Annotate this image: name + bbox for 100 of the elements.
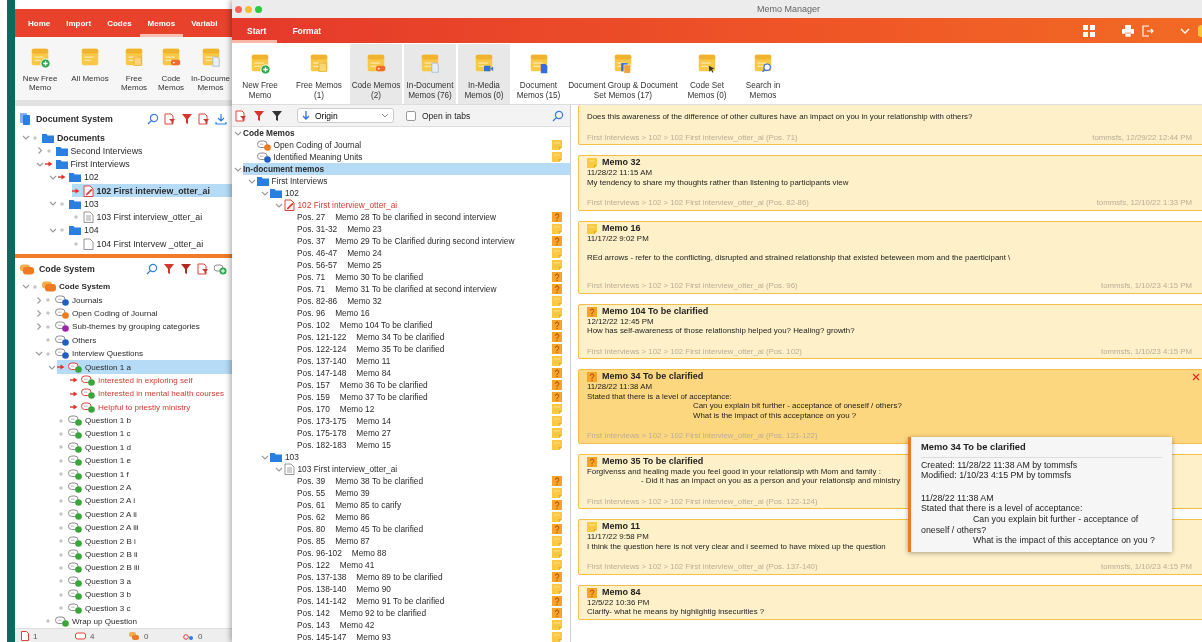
tree-item[interactable]: Pos. 147-148 Memo 84 xyxy=(297,367,570,379)
tree-item[interactable]: Question 2 A iii xyxy=(57,521,232,535)
memo-card[interactable] xyxy=(578,303,1202,359)
toolbar-button[interactable]: Code Set Memos (0) xyxy=(681,44,733,104)
tree-item[interactable]: 102 xyxy=(270,187,570,199)
tree-item[interactable]: Pos. 31-32 Memo 23 xyxy=(297,223,570,235)
tree-item[interactable]: Sub-themes by grouping categories xyxy=(44,320,232,334)
toolbar-button[interactable]: Search in Memos xyxy=(735,44,791,104)
tree-item[interactable]: Pos. 39 Memo 38 To be clarified xyxy=(297,475,570,487)
tree-item[interactable]: 104 xyxy=(58,223,232,237)
tree-item[interactable]: Question 2 B i xyxy=(57,534,232,548)
ribbon-tab[interactable]: Import xyxy=(58,9,100,37)
search-icon[interactable] xyxy=(147,112,159,125)
tree-item[interactable]: Pos. 96-102 Memo 88 xyxy=(297,547,570,559)
sort-dropdown[interactable]: Origin xyxy=(297,108,394,123)
tree-item[interactable]: Documents xyxy=(31,131,232,145)
tree-item[interactable]: 104 First Intervew _otter_ai xyxy=(71,237,232,251)
chevron-icon[interactable] xyxy=(34,295,44,305)
tree-item[interactable]: Pos. 85 Memo 87 xyxy=(297,535,570,547)
tree-item[interactable]: Pos. 157 Memo 36 To be clarified xyxy=(297,379,570,391)
tree-item[interactable]: Question 1 a xyxy=(57,360,232,374)
toolbar-button[interactable]: All Memos xyxy=(65,43,115,83)
tree-item[interactable]: Pos. 141-142 Memo 91 To be clarified xyxy=(297,595,570,607)
tree-item[interactable]: Question 2 A ii xyxy=(57,507,232,522)
tree-item[interactable]: Pos. 159 Memo 37 To be clarified xyxy=(297,391,570,403)
tree-item[interactable]: Pos. 137-138 Memo 89 to be clarified xyxy=(297,571,570,583)
toolbar-button[interactable]: Free Memos xyxy=(115,43,153,92)
tree-item[interactable]: 103 First interview_otter_ai xyxy=(71,210,232,224)
tree-item[interactable]: Wrap up Question xyxy=(44,614,232,628)
tree-item[interactable]: Question 2 A xyxy=(57,480,232,495)
exit-icon[interactable] xyxy=(1142,24,1154,37)
tree-item[interactable]: Pos. 121-122 Memo 34 To be clarified xyxy=(297,331,570,343)
search-icon[interactable] xyxy=(146,263,158,275)
tree-item[interactable]: Pos. 61 Memo 85 to carify xyxy=(297,499,570,511)
tree-item[interactable]: Pos. 122-124 Memo 35 To be clarified xyxy=(297,343,570,355)
ribbon-tab[interactable]: Format xyxy=(277,18,333,43)
toolbar-button[interactable]: Free Memos (1) xyxy=(290,44,348,104)
tree-item[interactable]: Pos. 142 Memo 92 to be clarified xyxy=(297,607,570,619)
tree-item[interactable]: Pos. 71 Memo 31 To be clarified at second interview xyxy=(297,283,570,295)
zoom-button[interactable] xyxy=(255,5,262,13)
toolbar-button[interactable]: New Free Memo xyxy=(15,43,65,92)
tree-item[interactable]: Pos. 170 Memo 12 xyxy=(297,403,570,415)
tree-item[interactable]: Question 2 A i xyxy=(57,494,232,508)
ribbon-tab[interactable]: Variabl xyxy=(183,9,226,37)
tree-item[interactable]: Code System xyxy=(31,280,232,294)
document-filter-icon[interactable] xyxy=(198,112,210,125)
filter-icon[interactable] xyxy=(180,263,192,275)
document-filter-icon[interactable] xyxy=(235,109,247,122)
toolbar-button[interactable]: Code Memos xyxy=(153,43,189,92)
tree-item[interactable]: Question 1 b xyxy=(57,413,232,428)
printer-icon[interactable] xyxy=(1122,24,1134,37)
tree-item[interactable]: Question 3 c xyxy=(57,601,232,615)
tree-item[interactable]: Pos. 37 Memo 29 To be Clarified during second interview xyxy=(297,235,570,247)
grid-icon[interactable] xyxy=(1083,24,1095,37)
tree-item[interactable]: Question 2 B iii xyxy=(57,561,232,575)
tree-item[interactable]: Interested in mental health courses xyxy=(70,387,232,401)
tree-item[interactable]: Pos. 182-183 Memo 15 xyxy=(297,439,570,451)
toolbar-button[interactable]: Document Memos (15) xyxy=(512,44,565,104)
tree-item[interactable]: Pos. 175-178 Memo 27 xyxy=(297,427,570,439)
tree-item[interactable]: Pos. 102 Memo 104 To be clarified xyxy=(297,319,570,331)
tree-item[interactable]: Open Coding of Journal xyxy=(44,306,232,321)
tree-item[interactable]: Question 3 a xyxy=(57,574,232,588)
tree-item[interactable]: 103 xyxy=(58,197,232,211)
tree-item[interactable]: Identified Meaning Units xyxy=(256,151,570,163)
tree-item[interactable]: 102 First interview_otter_ai xyxy=(71,184,232,198)
checkbox[interactable] xyxy=(406,110,416,121)
tree-item[interactable]: First Interviews xyxy=(256,175,570,187)
toolbar-button[interactable]: In-Document Memos (76) xyxy=(404,44,456,104)
toolbar-button[interactable]: Code Memos (2) xyxy=(350,44,402,104)
tree-item[interactable]: Pos. 27 Memo 28 To be clarified in second interview xyxy=(297,211,570,223)
toolbar-button[interactable]: New Free Memo xyxy=(232,44,288,104)
tree-item[interactable]: Helpful to priestly ministry xyxy=(70,400,232,414)
tree-item[interactable]: First Interviews xyxy=(44,157,232,171)
tree-item[interactable]: 102 xyxy=(58,170,232,184)
tree-item[interactable]: Journals xyxy=(44,293,232,307)
document-filter-icon[interactable] xyxy=(164,112,176,125)
tree-item[interactable]: Pos. 80 Memo 45 To be clarified xyxy=(297,523,570,535)
memo-card[interactable] xyxy=(578,369,1202,444)
tree-item[interactable]: Pos. 62 Memo 86 xyxy=(297,511,570,523)
close-window-button[interactable] xyxy=(235,5,242,13)
tree-item[interactable]: Others xyxy=(44,333,232,347)
tree-item[interactable]: Pos. 137-140 Memo 11 xyxy=(297,355,570,367)
tree-item[interactable]: Open Coding of Journal xyxy=(256,139,570,151)
search-icon[interactable] xyxy=(552,109,564,122)
tree-item[interactable]: Question 1 d xyxy=(57,440,232,455)
tree-item[interactable]: Pos. 55 Memo 39 xyxy=(297,487,570,499)
ribbon-tab[interactable]: Codes xyxy=(99,9,140,37)
tree-item[interactable]: Pos. 71 Memo 30 To be clarified xyxy=(297,271,570,283)
ribbon-tab[interactable]: Start xyxy=(232,18,278,43)
chevron-icon[interactable] xyxy=(34,308,44,318)
tree-item[interactable]: Pos. 82-86 Memo 32 xyxy=(297,295,570,307)
tree-item[interactable]: 103 First interview_otter_ai xyxy=(283,463,570,475)
tree-item[interactable]: Question 3 b xyxy=(57,588,232,602)
tree-item[interactable]: Pos. 173-175 Memo 14 xyxy=(297,415,570,427)
memo-card[interactable] xyxy=(578,220,1202,294)
tree-item[interactable]: Question 2 B ii xyxy=(57,547,232,562)
tree-item[interactable]: Pos. 145-147 Memo 93 xyxy=(297,631,570,642)
tree-item[interactable]: Pos. 96 Memo 16 xyxy=(297,307,570,319)
tree-item[interactable]: Question 1 e xyxy=(57,454,232,468)
tree-item[interactable]: 102 First interview_otter_ai xyxy=(283,199,570,211)
